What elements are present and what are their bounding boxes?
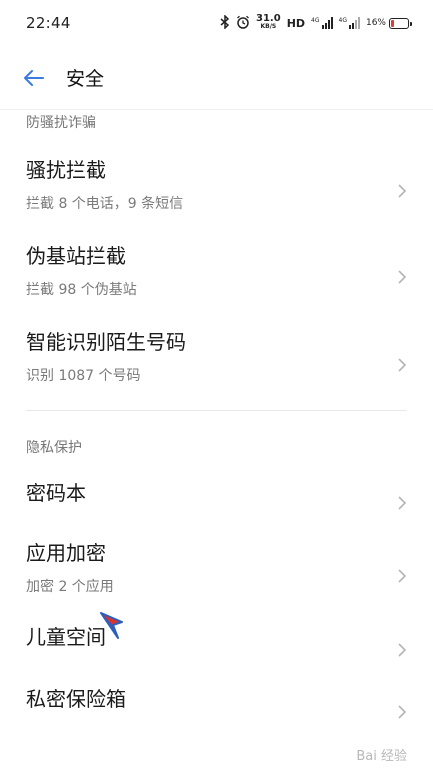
chevron-right-icon	[398, 569, 407, 583]
section-header-privacy: 隐私保护	[26, 440, 82, 456]
item-title: 骚扰拦截	[26, 158, 106, 182]
item-title: 儿童空间	[26, 625, 106, 649]
section-header-anti-harassment: 防骚扰诈骗	[26, 115, 96, 131]
watermark-text: Bai 经验	[356, 749, 407, 764]
chevron-right-icon	[398, 496, 407, 510]
item-title: 智能识别陌生号码	[26, 330, 186, 354]
item-title: 伪基站拦截	[26, 244, 126, 268]
security-settings-screen: 22:44 31.0 KB/S HD 4G 4G 16% 安全 防骚扰诈骗 骚扰…	[0, 0, 433, 782]
alarm-icon	[236, 15, 250, 32]
battery-icon	[389, 17, 412, 29]
signal-icon: 4G	[339, 17, 360, 29]
signal-label: 4G	[338, 17, 347, 24]
item-subtitle: 拦截 8 个电话，9 条短信	[26, 196, 184, 212]
chevron-right-icon	[398, 184, 407, 198]
list-item-fake-base-station-block[interactable]: 伪基站拦截 拦截 98 个伪基站	[0, 234, 433, 320]
settings-list: 防骚扰诈骗 骚扰拦截 拦截 8 个电话，9 条短信 伪基站拦截 拦截 98 个伪…	[0, 110, 433, 743]
speed-value: 31.0	[256, 13, 281, 24]
status-icons: 31.0 KB/S HD 4G 4G 16%	[220, 13, 412, 32]
item-title: 密码本	[26, 481, 86, 505]
list-item-password-book[interactable]: 密码本	[0, 473, 433, 533]
signal-icon: 4G	[311, 17, 333, 29]
list-item-harassment-block[interactable]: 骚扰拦截 拦截 8 个电话，9 条短信	[0, 148, 433, 234]
chevron-right-icon	[398, 643, 407, 657]
chevron-right-icon	[398, 358, 407, 372]
item-subtitle: 加密 2 个应用	[26, 579, 114, 595]
list-item-kids-space[interactable]: 儿童空间	[0, 619, 433, 681]
network-speed: 31.0 KB/S	[256, 13, 281, 31]
back-arrow-icon[interactable]	[22, 66, 46, 90]
list-item-private-safe[interactable]: 私密保险箱	[0, 681, 433, 743]
battery-status: 16%	[365, 17, 412, 29]
page-title: 安全	[66, 68, 105, 90]
item-subtitle: 识别 1087 个号码	[26, 368, 141, 384]
mouse-cursor-icon	[100, 612, 123, 639]
chevron-right-icon	[398, 270, 407, 284]
item-title: 应用加密	[26, 541, 106, 565]
list-item-smart-number-recognition[interactable]: 智能识别陌生号码 识别 1087 个号码	[0, 320, 433, 410]
watermark-logo: Bai 经验	[356, 745, 407, 764]
signal-label: 4G	[311, 17, 320, 24]
bluetooth-icon	[220, 13, 230, 32]
item-title: 私密保险箱	[26, 687, 126, 711]
app-bar: 安全	[0, 46, 433, 110]
chevron-right-icon	[398, 705, 407, 719]
item-subtitle: 拦截 98 个伪基站	[26, 282, 137, 298]
hd-indicator: HD	[286, 16, 306, 30]
status-time: 22:44	[26, 14, 71, 32]
status-bar: 22:44 31.0 KB/S HD 4G 4G 16%	[0, 0, 433, 46]
battery-percent: 16%	[365, 18, 386, 28]
speed-unit: KB/S	[260, 23, 277, 30]
list-item-app-encryption[interactable]: 应用加密 加密 2 个应用	[0, 533, 433, 619]
